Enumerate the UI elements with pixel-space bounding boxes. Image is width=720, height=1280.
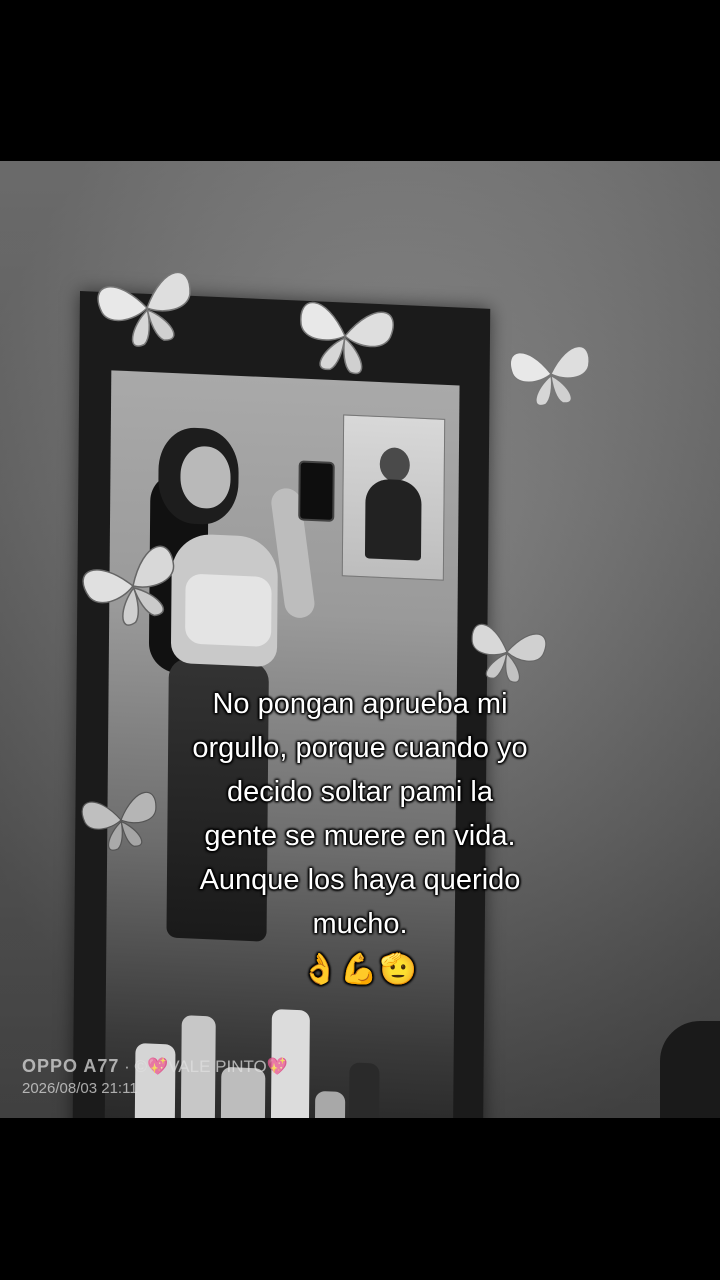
camera-watermark: OPPO A77 · ©💖VALE PINTO💖 2026/08/03 21:1… — [22, 1056, 288, 1099]
phone-in-hand — [298, 460, 335, 522]
caption-line: decido soltar pami la — [227, 776, 493, 808]
poster-figure-body — [364, 478, 422, 561]
caption-line: No pongan aprueba mi — [212, 688, 508, 720]
watermark-device-model: OPPO A77 — [22, 1056, 120, 1076]
caption-line: gente se muere en vida. — [204, 820, 516, 852]
person-face — [180, 445, 231, 510]
bottle — [348, 1062, 380, 1118]
caption-overlay: No pongan aprueba mi orgullo, porque cua… — [0, 682, 720, 992]
caption-line: orgullo, porque cuando yo — [192, 732, 528, 764]
bottle — [314, 1090, 346, 1118]
caption-emojis: 👌💪🫡 — [300, 952, 420, 987]
caption-line: Aunque los haya querido — [199, 864, 521, 896]
watermark-separator: · — [124, 1057, 130, 1076]
watermark-datetime: 2026/08/03 21:11 — [22, 1080, 138, 1097]
screen: No pongan aprueba mi orgullo, porque cua… — [0, 0, 720, 1280]
caption-line: mucho. — [312, 908, 408, 940]
watermark-author: ©💖VALE PINTO💖 — [134, 1057, 288, 1076]
person-top — [185, 573, 272, 648]
poster-figure-head — [379, 446, 410, 483]
chair-shadow — [660, 1021, 720, 1118]
butterfly-icon — [300, 301, 394, 375]
butterfly-icon — [509, 345, 590, 407]
watermark-line-1: OPPO A77 · ©💖VALE PINTO💖 — [22, 1056, 288, 1077]
wall-poster — [341, 414, 446, 581]
